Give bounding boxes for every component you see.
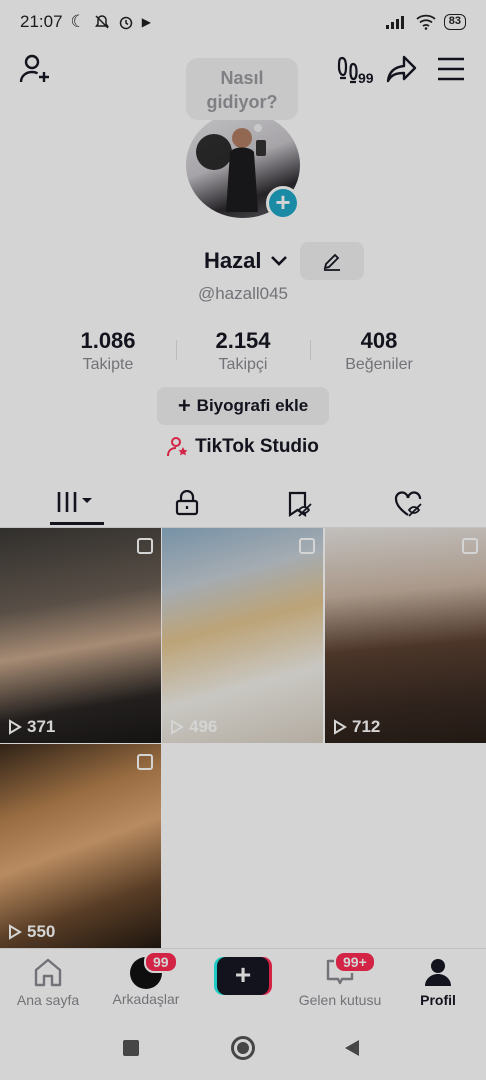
profile-icon [425, 959, 451, 986]
tab-favorites[interactable] [244, 484, 354, 528]
home-button-dot [237, 1042, 249, 1054]
profile-name-switcher[interactable]: Hazal [204, 248, 288, 274]
stat-divider [176, 340, 177, 360]
video-views: 550 [8, 922, 55, 942]
nav-inbox-label: Gelen kutusu [298, 992, 382, 1008]
profile-handle: @hazall045 [197, 284, 289, 303]
create-button-face: + [217, 957, 269, 995]
nav-inbox[interactable]: Gelen kutusu 99+ [290, 951, 390, 1008]
view-count: 371 [27, 717, 56, 736]
add-bio-label: Biyografi ekle [196, 396, 309, 415]
video-views: 712 [333, 717, 380, 737]
stat-following-label: Takipte [82, 356, 134, 373]
grid-icon [57, 492, 92, 512]
alarm-icon [119, 16, 133, 30]
stat-following-value: 1.086 [80, 328, 136, 353]
stat-followers-value: 2.154 [215, 328, 271, 353]
add-bio-button[interactable]: + Biyografi ekle [157, 387, 329, 425]
inbox-badge: 99+ [334, 951, 376, 973]
active-tab-indicator [50, 522, 104, 525]
video-views: 371 [8, 717, 55, 737]
footprints-button[interactable]: 99 [336, 54, 378, 88]
back-button[interactable] [343, 1038, 361, 1058]
plus-icon: + [177, 393, 191, 418]
profile-name: Hazal [204, 248, 262, 273]
home-button[interactable] [231, 1036, 255, 1060]
video-thumbnail[interactable]: 496 [162, 528, 323, 743]
nav-home[interactable]: Ana sayfa [0, 957, 98, 1008]
create-button[interactable]: + [214, 957, 272, 995]
stat-followers[interactable]: 2.154 Takipçi [173, 328, 313, 374]
pencil-icon [323, 253, 340, 271]
studio-label: TikTok Studio [195, 436, 319, 457]
video-views: 496 [170, 717, 217, 737]
add-friend-icon[interactable] [18, 52, 52, 86]
profile-stats: 1.086 Takipte 2.154 Takipçi 408 Beğenile… [0, 328, 486, 378]
nav-profile-label: Profil [420, 992, 456, 1008]
edit-profile-button[interactable] [300, 242, 364, 280]
play-icon [9, 719, 22, 735]
photo-mode-icon [462, 538, 478, 554]
add-story-button[interactable]: + [266, 186, 300, 220]
view-count: 496 [189, 717, 218, 736]
friends-badge: 99 [144, 951, 178, 973]
bubble-tail [254, 124, 262, 132]
battery-indicator: 83 [443, 14, 466, 30]
play-icon [9, 924, 22, 940]
bookmark-hidden-icon [288, 491, 312, 518]
photo-mode-icon [137, 538, 153, 554]
heart-hidden-icon [394, 491, 422, 517]
play-icon [171, 719, 184, 735]
nav-friends[interactable]: Arkadaşlar 99 [96, 951, 196, 1007]
play-icon [334, 719, 347, 735]
bubble-line-1: Nasıl [220, 68, 264, 88]
menu-icon[interactable] [436, 56, 466, 82]
footprint-count: 99 [358, 70, 374, 86]
home-icon [34, 958, 62, 987]
stat-followers-label: Takipçi [218, 356, 268, 373]
system-navigation [0, 1016, 486, 1080]
status-bubble[interactable]: Nasıl gidiyor? [186, 58, 298, 120]
video-thumbnail[interactable]: 712 [325, 528, 486, 743]
creator-star-icon [167, 437, 188, 457]
bottom-navigation: Ana sayfa Arkadaşlar 99 + Gelen kutusu 9… [0, 948, 486, 1016]
recent-apps-button[interactable] [123, 1040, 139, 1056]
lock-icon [175, 490, 199, 516]
stat-likes-value: 408 [360, 328, 398, 353]
tab-liked[interactable] [354, 484, 464, 528]
nav-home-label: Ana sayfa [16, 992, 80, 1008]
nav-friends-label: Arkadaşlar [112, 991, 180, 1007]
stat-likes[interactable]: 408 Beğeniler [309, 328, 449, 374]
share-icon[interactable] [386, 54, 418, 84]
wifi-icon [416, 14, 436, 30]
tab-private[interactable] [132, 484, 242, 528]
photo-mode-icon [137, 754, 153, 770]
play-store-icon: ▶ [141, 15, 152, 29]
tiktok-studio-link[interactable]: TikTok Studio [0, 436, 486, 458]
video-thumbnail[interactable]: 371 [0, 528, 161, 743]
bubble-line-2: gidiyor? [206, 92, 278, 112]
name-row: Hazal [0, 240, 486, 284]
chevron-down-icon [270, 256, 287, 266]
content-tabs [0, 476, 486, 528]
bell-off-icon [94, 15, 109, 29]
signal-icon [385, 16, 404, 29]
stat-divider [310, 340, 311, 360]
stat-likes-label: Beğeniler [345, 356, 413, 373]
stat-following[interactable]: 1.086 Takipte [38, 328, 178, 374]
moon-icon: ☾ [70, 12, 86, 31]
status-time: 21:07 [20, 12, 63, 31]
view-count: 550 [27, 922, 56, 941]
view-count: 712 [352, 717, 381, 736]
nav-profile[interactable]: Profil [388, 957, 486, 1008]
photo-mode-icon [299, 538, 315, 554]
status-bar: 21:07 ☾ ▶ 83 [0, 0, 486, 44]
video-thumbnail[interactable]: 550 [0, 744, 161, 948]
